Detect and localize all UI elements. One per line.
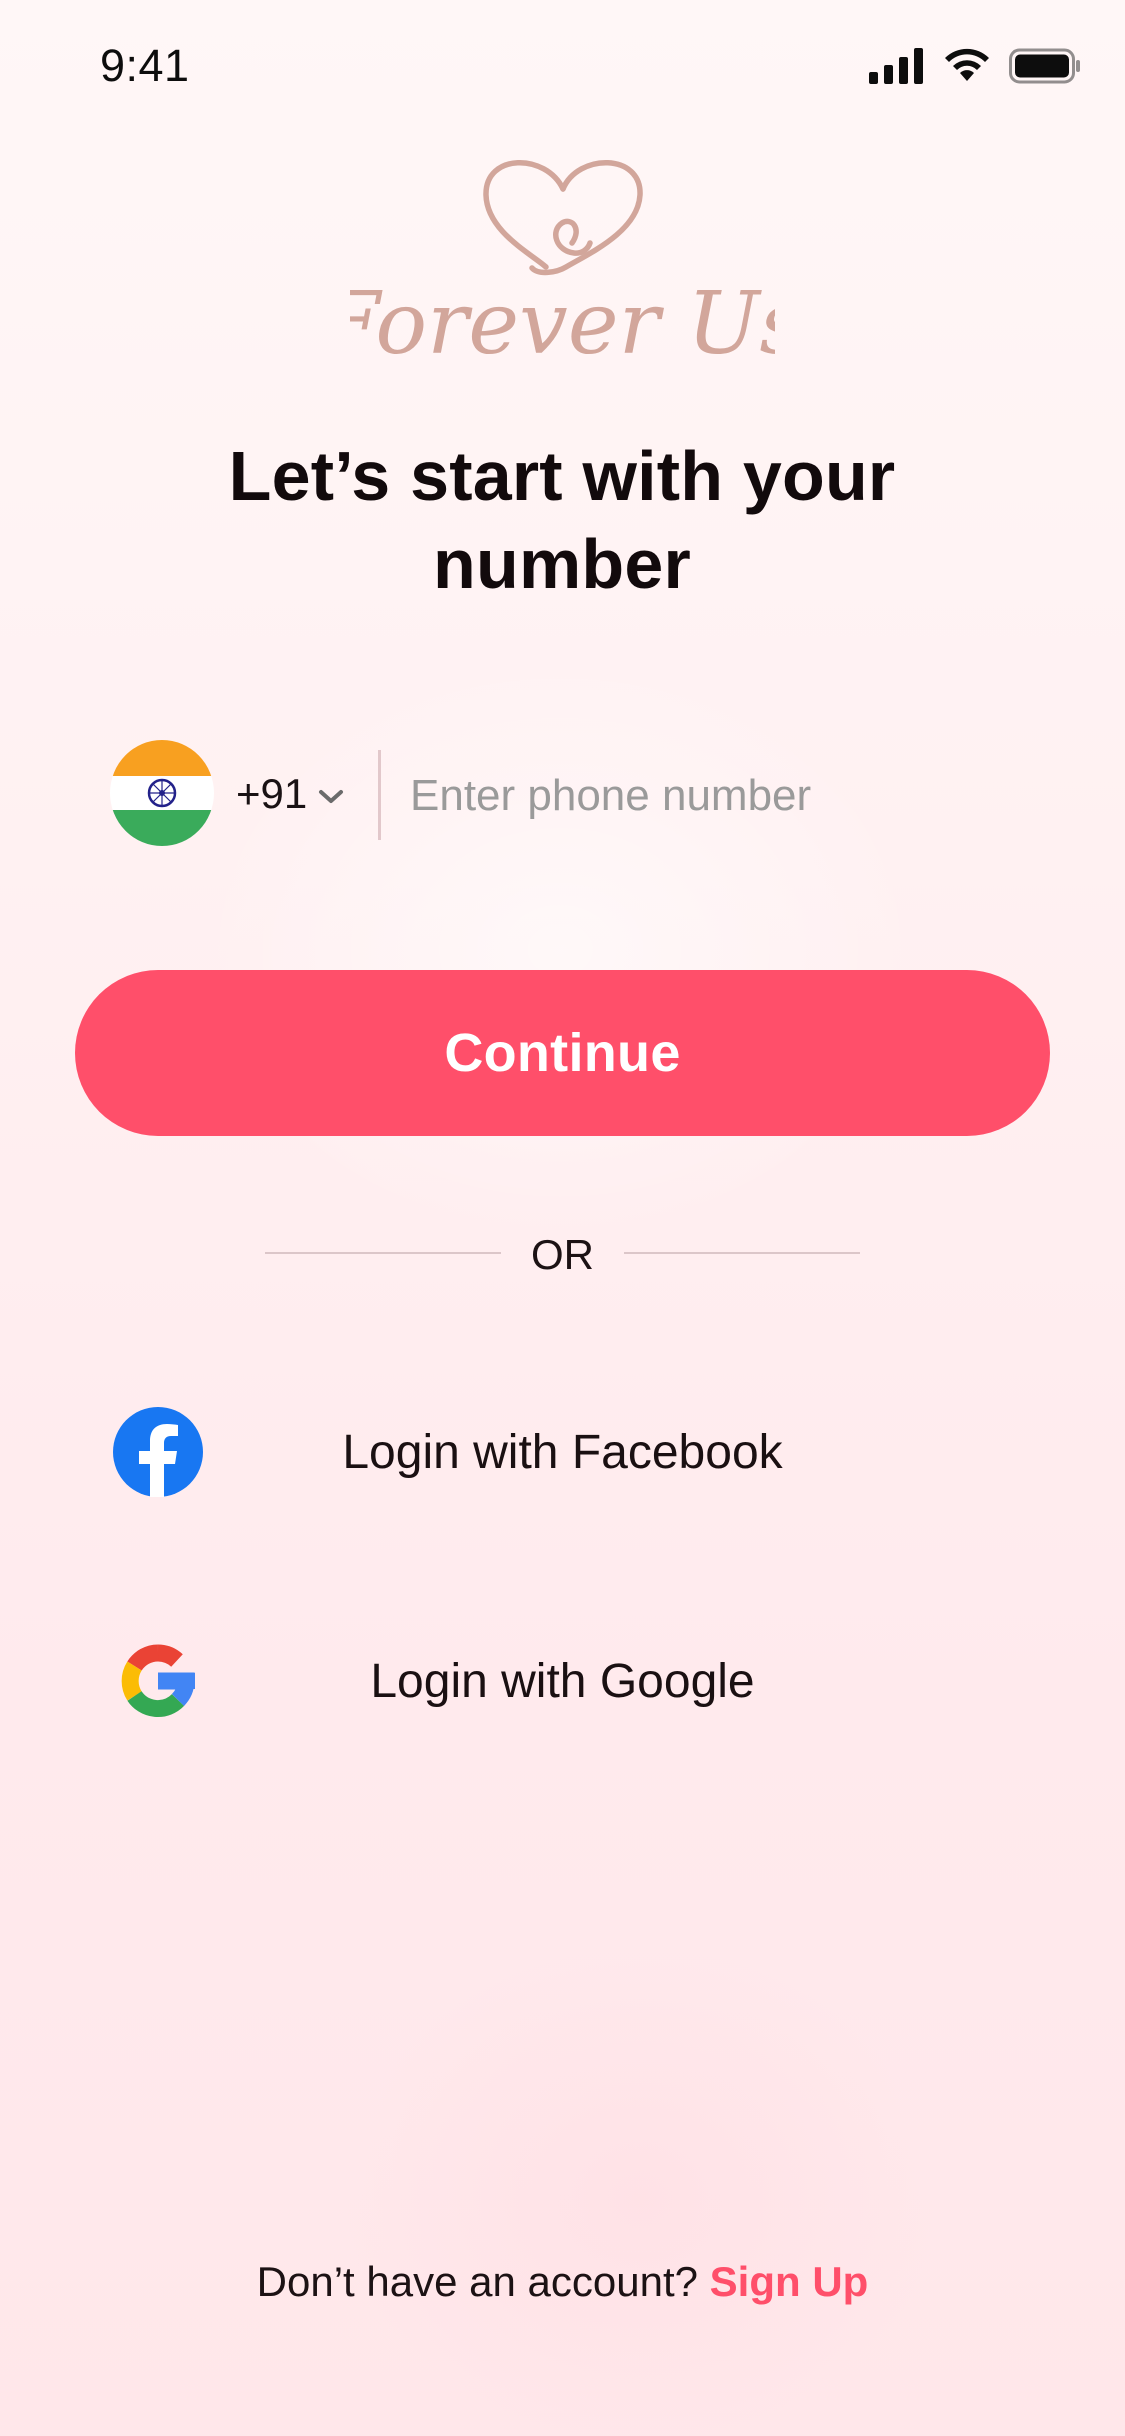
divider-line-right (624, 1252, 860, 1254)
wifi-icon (945, 48, 989, 81)
phone-number-input[interactable] (410, 764, 1010, 828)
country-code-selector[interactable]: +91 (236, 770, 345, 818)
cellular-signal-icon (869, 48, 923, 84)
page-title: Let’s start with your number (228, 437, 896, 603)
phone-number-row: +91 (110, 740, 1020, 850)
status-bar: 9:41 (0, 0, 1125, 140)
india-flag-icon (110, 740, 214, 846)
phone-field-divider (378, 750, 381, 840)
signup-link[interactable]: Sign Up (710, 2258, 869, 2305)
brand-logo: Forever Us (318, 125, 804, 374)
google-login-button[interactable]: Login with Google (110, 1632, 1015, 1732)
or-divider: OR (265, 1225, 860, 1285)
facebook-login-button[interactable]: Login with Facebook (110, 1403, 1015, 1503)
country-flag-button[interactable] (110, 740, 214, 846)
google-login-label: Login with Google (370, 1655, 755, 1708)
facebook-login-label: Login with Facebook (342, 1426, 783, 1479)
status-icons (869, 48, 1081, 84)
or-text: OR (531, 1231, 594, 1278)
signup-prompt: Don’t have an account? Sign Up (0, 2258, 1125, 2306)
chevron-down-icon (319, 790, 344, 803)
signup-prompt-text: Don’t have an account? (256, 2258, 698, 2305)
continue-button[interactable]: Continue (75, 970, 1050, 1136)
brand-wordmark: Forever Us (350, 274, 775, 370)
country-code: +91 (236, 770, 308, 817)
status-time: 9:41 (100, 40, 190, 91)
battery-icon (1009, 48, 1080, 84)
